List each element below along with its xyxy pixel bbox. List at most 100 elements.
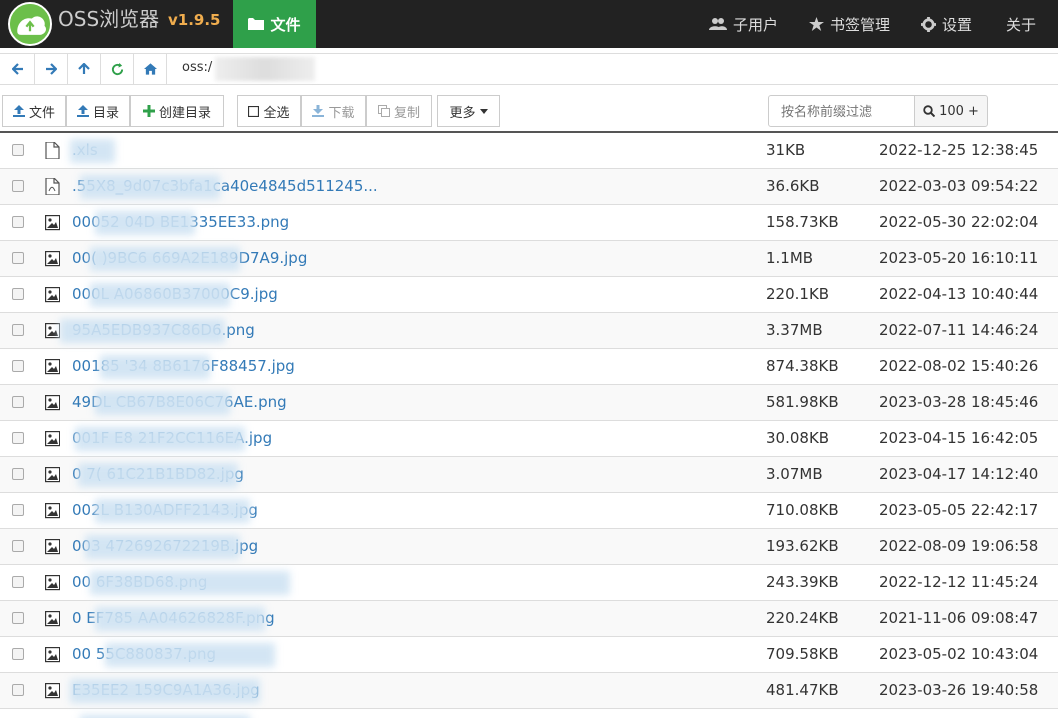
up-button[interactable]	[68, 54, 101, 84]
row-checkbox[interactable]	[12, 540, 24, 552]
copy-icon	[377, 105, 390, 117]
file-row[interactable]: 00185 '34 8B6176F88457.jpg874.38KB2022-0…	[0, 349, 1058, 385]
file-date: 2023-03-28 18:45:46	[879, 393, 1039, 411]
refresh-button[interactable]	[101, 54, 134, 84]
file-size: 193.62KB	[766, 537, 839, 555]
page-size-label: 100 +	[939, 103, 979, 119]
file-size: 36.6KB	[766, 177, 820, 195]
row-checkbox[interactable]	[12, 612, 24, 624]
file-row[interactable]: E35EE2 159C9A1A36.jpg481.47KB2023-03-26 …	[0, 673, 1058, 709]
file-row[interactable]: .55X8_9d07c3bfa1ca40e4845d511245... 36.6K…	[0, 169, 1058, 205]
checkbox-icon	[248, 105, 260, 117]
upload-file-label: 文件	[28, 105, 55, 121]
copy-button[interactable]: 复制	[366, 95, 432, 127]
file-row[interactable]: 00052 04D BE1335EE33.png158.73KB2022-05-…	[0, 205, 1058, 241]
file-row[interactable]: 49DL CB67B8E06C76AE.png581.98KB2023-03-2…	[0, 385, 1058, 421]
upload-icon	[76, 105, 89, 117]
file-row[interactable]: .xls31KB2022-12-25 12:38:45	[0, 133, 1058, 169]
image-file-icon	[45, 251, 60, 267]
file-date: 2022-04-13 10:40:44	[879, 285, 1039, 303]
row-checkbox[interactable]	[12, 360, 24, 372]
file-date: 2023-05-05 22:42:17	[879, 501, 1039, 519]
image-file-icon	[45, 467, 60, 483]
file-row[interactable]: 0 7( 61C21B1BD82.jpg3.07MB2023-04-17 14:…	[0, 457, 1058, 493]
nav-sub-users[interactable]: 子用户	[709, 0, 778, 48]
row-checkbox[interactable]	[12, 684, 24, 696]
tab-files[interactable]: 文件	[233, 0, 316, 48]
row-checkbox[interactable]	[12, 468, 24, 480]
row-checkbox[interactable]	[12, 504, 24, 516]
nav-settings[interactable]: 设置	[921, 0, 972, 48]
select-all-button[interactable]: 全选	[237, 95, 301, 127]
image-file-icon	[45, 503, 60, 519]
file-size: 581.98KB	[766, 393, 839, 411]
file-row[interactable]: 001F E8 21F2CC116EA.jpg30.08KB2023-04-15…	[0, 421, 1058, 457]
create-dir-button[interactable]: 创建目录	[130, 95, 224, 127]
app-version: v1.9.5	[168, 11, 221, 29]
top-navbar: OSS浏览器 v1.9.5 文件 子用户 书签管理 设置 关于	[0, 0, 1058, 48]
upload-file-button[interactable]: 文件	[2, 95, 66, 127]
file-date: 2022-08-09 19:06:58	[879, 537, 1039, 555]
app-brand: OSS浏览器	[58, 7, 160, 31]
address-path[interactable]: oss:/	[182, 60, 212, 75]
file-row[interactable]: 95A5EDB937C86D6.png3.37MB2022-07-11 14:4…	[0, 313, 1058, 349]
image-file-icon	[45, 431, 60, 447]
row-checkbox[interactable]	[12, 648, 24, 660]
file-row[interactable]: 003 472692672219B.jpg193.62KB2022-08-09 …	[0, 529, 1058, 565]
more-dropdown[interactable]: 更多	[437, 95, 500, 127]
address-bar: oss:/	[0, 53, 1058, 85]
row-checkbox[interactable]	[12, 576, 24, 588]
redaction-mask	[60, 319, 225, 343]
row-checkbox[interactable]	[12, 144, 24, 156]
file-size: 220.24KB	[766, 609, 839, 627]
file-date: 2023-05-20 16:10:11	[879, 249, 1039, 267]
toolbar: 文件 目录 创建目录 全选 下载 复制 更多 100 +	[0, 93, 1058, 129]
nav-bookmarks[interactable]: 书签管理	[809, 0, 890, 48]
row-checkbox[interactable]	[12, 180, 24, 192]
file-size: 1.1MB	[766, 249, 814, 267]
redaction-mask	[70, 139, 115, 163]
file-date: 2022-12-25 12:38:45	[879, 141, 1039, 159]
file-row[interactable]: 00 55C880837.png709.58KB2023-05-02 10:43…	[0, 637, 1058, 673]
users-icon	[709, 18, 727, 30]
image-file-icon	[45, 395, 60, 411]
file-row[interactable]: 00 6F38BD68.png243.39KB2022-12-12 11:45:…	[0, 565, 1058, 601]
redaction-mask	[95, 391, 230, 415]
row-checkbox[interactable]	[12, 324, 24, 336]
nav-settings-label: 设置	[942, 15, 973, 34]
file-date: 2022-05-30 22:02:04	[879, 213, 1039, 231]
star-icon	[809, 17, 824, 31]
redaction-mask	[80, 175, 220, 199]
row-checkbox[interactable]	[12, 288, 24, 300]
file-date: 2021-11-06 09:08:47	[879, 609, 1039, 627]
refresh-icon	[111, 62, 123, 75]
filter-input[interactable]	[768, 95, 915, 127]
filter-search-button[interactable]: 100 +	[914, 95, 988, 127]
row-checkbox[interactable]	[12, 396, 24, 408]
download-button[interactable]: 下载	[301, 95, 366, 127]
home-button[interactable]	[134, 54, 167, 84]
image-file-icon	[45, 287, 60, 303]
row-checkbox[interactable]	[12, 252, 24, 264]
file-row[interactable]: 002L B130ADFF2143.jpg710.08KB2023-05-05 …	[0, 493, 1058, 529]
file-row[interactable]: 00( )9BC6 669A2E189D7A9.jpg1.1MB2023-05-…	[0, 241, 1058, 277]
row-checkbox[interactable]	[12, 216, 24, 228]
file-row[interactable]: 0 AC70AE552E2.jpg530.15KB2022-03-27 19:4…	[0, 709, 1058, 718]
file-row[interactable]: 0 EF785 AA04626828F.png220.24KB2021-11-0…	[0, 601, 1058, 637]
nav-bookmarks-label: 书签管理	[830, 15, 891, 34]
tab-files-label: 文件	[270, 15, 301, 34]
file-size: 874.38KB	[766, 357, 839, 375]
redacted-path	[215, 57, 315, 81]
back-button[interactable]	[2, 54, 35, 84]
row-checkbox[interactable]	[12, 432, 24, 444]
file-size: 481.47KB	[766, 681, 839, 699]
file-size: 3.07MB	[766, 465, 823, 483]
redaction-mask	[78, 463, 238, 487]
file-row[interactable]: 000L A06860B37000C9.jpg220.1KB2022-04-13…	[0, 277, 1058, 313]
redaction-mask	[95, 211, 195, 235]
upload-dir-button[interactable]: 目录	[66, 95, 130, 127]
plus-icon	[142, 105, 155, 117]
search-icon	[923, 105, 936, 117]
nav-about[interactable]: 关于	[1006, 0, 1036, 48]
forward-button[interactable]	[35, 54, 68, 84]
